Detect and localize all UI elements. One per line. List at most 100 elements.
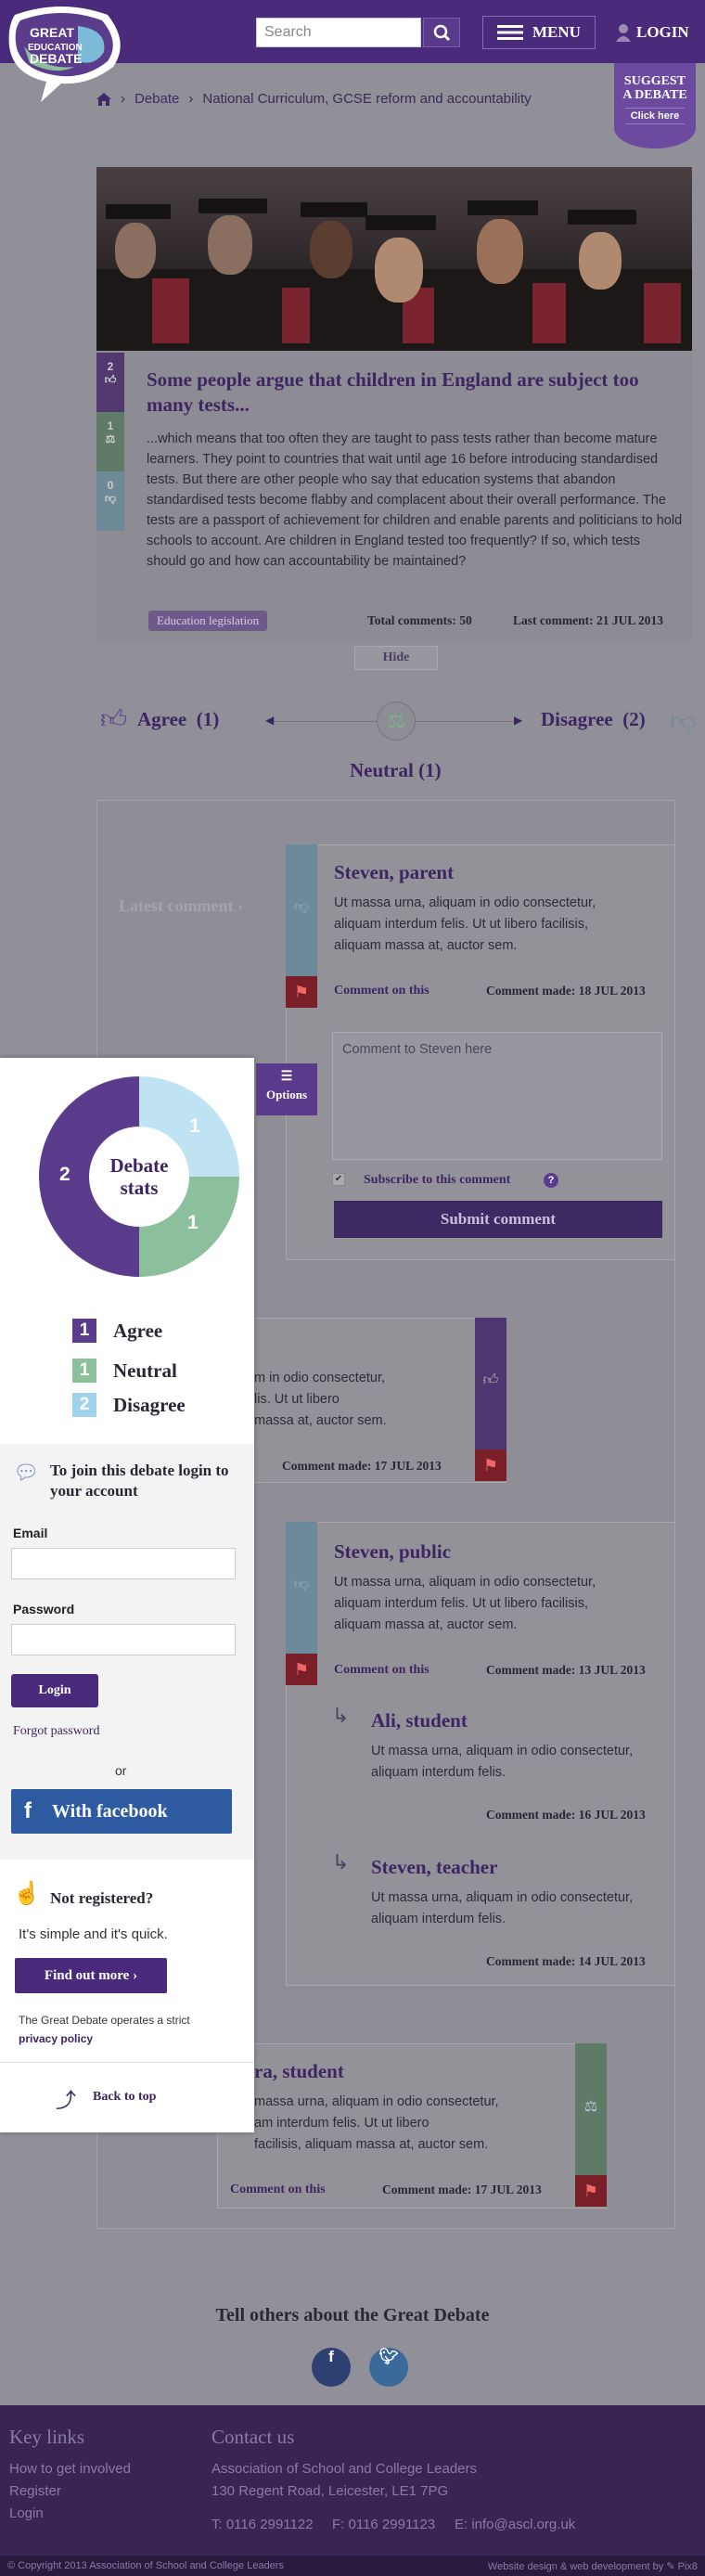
- footer-link-involved[interactable]: How to get involved: [9, 2461, 131, 2477]
- login-label: LOGIN: [636, 23, 689, 41]
- reply-text: Ut massa urna, aliquam in odio consectet…: [371, 1744, 634, 1780]
- thumbs-up-icon: 👍︎: [482, 1372, 499, 1388]
- search-button[interactable]: [423, 18, 460, 47]
- password-field[interactable]: [11, 1624, 236, 1655]
- logo-line-3: DEBATE: [30, 51, 83, 66]
- reply-author: Steven, teacher: [371, 1856, 498, 1878]
- comment-text-line: lis. Ut ut libero: [254, 1392, 340, 1407]
- hide-button[interactable]: Hide: [354, 646, 438, 670]
- scale-icon: ⚖: [583, 2099, 598, 2115]
- topic-tag[interactable]: Education legislation: [148, 611, 268, 631]
- back-to-top-icon[interactable]: ⤴: [56, 2084, 76, 2114]
- registration-tagline: It's simple and it's quick.: [19, 1926, 168, 1942]
- latest-comment-label: Latest comment ›: [119, 896, 243, 915]
- policy-text: The Great Debate operates a strict: [19, 2014, 190, 2027]
- divider: [0, 2062, 254, 2063]
- comment-date: Comment made: 17 JUL 2013: [282, 1459, 442, 1473]
- left-arrow-icon[interactable]: ◀: [265, 714, 274, 727]
- article-vote-bar: 2 👍︎ 1 ⚖ 0 👎︎: [96, 353, 124, 531]
- find-out-more-button[interactable]: Find out more ›: [15, 1958, 167, 1993]
- facebook-login-button[interactable]: f With facebook: [11, 1789, 232, 1834]
- scale-icon[interactable]: ⚖: [377, 702, 416, 741]
- article-neutral-count[interactable]: 1 ⚖: [96, 412, 124, 471]
- footer-link-register[interactable]: Register: [9, 2483, 61, 2499]
- stats-title: Debate stats: [109, 1154, 169, 1199]
- reply-arrow-icon: ↳: [332, 1850, 350, 1874]
- comment-text-line: m in odio consectetur,: [254, 1371, 386, 1385]
- disagree-stripe: 👎︎: [286, 844, 317, 976]
- right-arrow-icon[interactable]: ▶: [514, 714, 522, 727]
- contact-tel: T: 0116 2991122: [212, 2517, 314, 2532]
- comment-text-line: am interdum felis. Ut ut libero: [254, 2116, 429, 2131]
- forgot-password-link[interactable]: Forgot password: [13, 1724, 99, 1739]
- suggest-debate-button[interactable]: SUGGEST A DEBATE Click here: [614, 63, 696, 148]
- legend-neutral-label: Neutral: [113, 1359, 177, 1382]
- breadcrumb-debate[interactable]: Debate: [135, 91, 179, 107]
- report-flag-icon[interactable]: ⚑: [575, 2175, 607, 2207]
- comment-on-this-link[interactable]: Comment on this: [334, 1663, 429, 1678]
- menu-button[interactable]: MENU: [482, 16, 596, 49]
- neutral-stripe: ⚖: [575, 2043, 607, 2175]
- report-flag-icon[interactable]: ⚑: [286, 976, 317, 1008]
- article-agree-count[interactable]: 2 👍︎: [96, 353, 124, 412]
- legend-neutral: 1 Neutral: [72, 1359, 177, 1383]
- report-flag-icon[interactable]: ⚑: [475, 1449, 506, 1481]
- subscribe-checkbox[interactable]: ✔: [332, 1173, 345, 1186]
- login-submit-button[interactable]: Login: [11, 1674, 98, 1707]
- thumbs-down-icon[interactable]: 👎︎: [670, 705, 696, 737]
- email-field[interactable]: [11, 1548, 236, 1579]
- legend-agree: 1 Agree: [72, 1319, 162, 1343]
- privacy-policy-link[interactable]: privacy policy: [19, 2032, 93, 2045]
- footer-link-login[interactable]: Login: [9, 2505, 44, 2521]
- copyright: © Copyright 2013 Association of School a…: [7, 2560, 284, 2571]
- thumbs-down-icon: 👎︎: [293, 1577, 310, 1592]
- reply-textarea[interactable]: Comment to Steven here: [332, 1032, 662, 1160]
- comment-author: Steven, public: [334, 1540, 452, 1563]
- hamburger-icon: [497, 25, 524, 40]
- pointer-hand-icon: ☝: [13, 1881, 41, 1906]
- share-title: Tell others about the Great Debate: [215, 2305, 490, 2325]
- facebook-share-icon[interactable]: f: [312, 2348, 351, 2387]
- contact-email[interactable]: E: info@ascl.org.uk: [455, 2517, 575, 2532]
- legend-agree-count: 1: [72, 1319, 96, 1343]
- comment-text-line: massa at, auctor sem.: [254, 1413, 387, 1428]
- comment-on-this-link[interactable]: Comment on this: [230, 2183, 326, 2197]
- comment-on-this-link[interactable]: Comment on this: [334, 984, 429, 998]
- speech-bubble-icon: 💬︎: [13, 1461, 39, 1484]
- user-icon: [616, 24, 631, 42]
- login-button[interactable]: LOGIN: [616, 16, 690, 49]
- disagree-count: (2): [622, 708, 646, 730]
- thumbs-up-icon[interactable]: 👍︎: [100, 703, 127, 735]
- suggest-click-label: Click here: [624, 108, 686, 124]
- facebook-label: With facebook: [52, 1800, 168, 1822]
- report-flag-icon[interactable]: ⚑: [286, 1654, 317, 1685]
- reply-date: Comment made: 16 JUL 2013: [486, 1808, 646, 1822]
- twitter-share-icon[interactable]: 🐦︎: [369, 2348, 408, 2387]
- password-label: Password: [13, 1602, 75, 1616]
- article-disagree-count[interactable]: 0 👎︎: [96, 471, 124, 531]
- home-icon[interactable]: [96, 92, 111, 106]
- back-to-top-link[interactable]: Back to top: [93, 2090, 156, 2105]
- neutral-tab[interactable]: Neutral (1): [350, 759, 442, 782]
- footer-bottom-bar: © Copyright 2013 Association of School a…: [0, 2556, 705, 2576]
- donut-disagree-value: 1: [189, 1115, 200, 1137]
- donut-agree-value: 2: [59, 1164, 70, 1185]
- thumbs-up-icon: 👍︎: [104, 373, 117, 386]
- breadcrumb-current: National Curriculum, GCSE reform and acc…: [202, 91, 532, 107]
- agree-count: (1): [196, 708, 220, 730]
- contact-org: Association of School and College Leader…: [212, 2461, 478, 2477]
- comment-date: Comment made: 17 JUL 2013: [382, 2183, 542, 2196]
- legend-disagree-count: 2: [72, 1393, 96, 1417]
- article-body: ...which means that too often they are t…: [147, 431, 683, 569]
- thumbs-down-icon: 👎︎: [104, 492, 117, 505]
- designer-credit[interactable]: Website design & web development by ✎ Pi…: [488, 2560, 698, 2572]
- help-icon[interactable]: ?: [544, 1173, 558, 1188]
- search-input[interactable]: Search: [256, 18, 421, 47]
- legend-disagree: 2 Disagree: [72, 1393, 186, 1417]
- disagree-tab[interactable]: Disagree (2): [541, 708, 646, 731]
- agree-tab[interactable]: Agree (1): [137, 708, 219, 731]
- comment-date: Comment made: 18 JUL 2013: [486, 984, 646, 998]
- breadcrumb-separator: ›: [121, 91, 125, 107]
- options-button[interactable]: ☰ Options: [256, 1063, 317, 1115]
- submit-comment-button[interactable]: Submit comment: [334, 1201, 662, 1238]
